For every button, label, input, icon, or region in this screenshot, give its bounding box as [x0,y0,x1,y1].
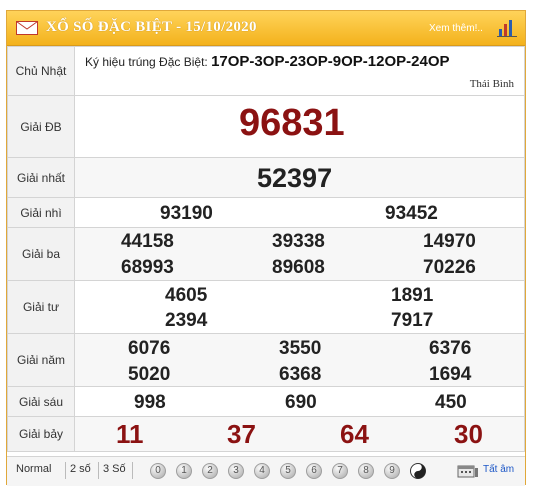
prize-label: Giải năm [7,333,75,387]
prize-number: 450 [435,392,467,413]
prize-number: 68993 [121,257,174,278]
prize-number: 7917 [391,310,434,331]
prize-number: 44158 [121,231,174,252]
prize-number: 690 [285,392,317,413]
prize-label: Giải nhất [7,157,75,198]
prize-number: 89608 [272,257,325,278]
prize-number: 6376 [429,338,472,359]
ky-hieu-label: Ký hiệu trúng Đặc Biệt: [85,55,212,69]
province-name: Thái Bình [469,78,514,90]
prize-label: Giải nhì [7,197,75,228]
digit-1-button[interactable]: 1 [176,463,192,479]
prize-number: 6368 [279,364,322,385]
prize-label: Giải sáu [7,386,75,417]
day-label: Chủ Nhật [7,46,75,96]
prize-number: 998 [134,392,166,413]
prize-number: 39338 [272,231,325,252]
prize-number: 14970 [423,231,476,252]
digit-3-button[interactable]: 3 [228,463,244,479]
statistics-chart-icon[interactable] [497,19,517,37]
prize-number: 30 [454,419,483,449]
prize-label: Giải ba [7,227,75,281]
prize-label: Giải bảy [7,416,75,452]
digit-8-button[interactable]: 8 [358,463,374,479]
see-more-link[interactable]: Xem thêm!.. [429,23,483,34]
tab-2-so[interactable]: 2 số [70,463,91,475]
digit-4-button[interactable]: 4 [254,463,270,479]
ky-hieu-line: Ký hiệu trúng Đặc Biệt: 17OP-3OP-23OP-9O… [85,53,450,70]
divider [65,462,66,479]
all-numbers-link[interactable]: Tất âm [483,464,514,475]
prize-row-ba: Giải ba 44158 39338 14970 68993 89608 70… [7,227,525,281]
prize-number: 1694 [429,364,472,385]
tab-3-so[interactable]: 3 Số [103,463,126,475]
prize-number: 4605 [165,285,208,306]
prize-number: 37 [227,419,256,449]
results-table: Chủ Nhật Ký hiệu trúng Đặc Biệt: 17OP-3O… [7,46,525,452]
prize-number: 70226 [423,257,476,278]
divider [98,462,99,479]
prize-row-nam: Giải năm 6076 3550 6376 5020 6368 1694 [7,333,525,387]
prize-row-bay: Giải bảy 11 37 64 30 [7,416,525,452]
special-prize-number: 96831 [239,102,345,144]
prize-label: Giải ĐB [7,95,75,158]
prize-row-nhat: Giải nhất 52397 [7,157,525,198]
result-header: XỔ SỐ ĐẶC BIỆT - 15/10/2020 Xem thêm!.. [7,11,525,46]
prize-number: 52397 [257,163,333,193]
digit-7-button[interactable]: 7 [332,463,348,479]
digit-6-button[interactable]: 6 [306,463,322,479]
page-title: XỔ SỐ ĐẶC BIỆT - 15/10/2020 [46,19,257,35]
result-toolbar: Normal 2 số 3 Số 0 1 2 3 4 5 6 7 8 9 Tất… [7,456,525,486]
divider [132,462,133,479]
prize-number: 6076 [128,338,171,359]
prize-number: 1891 [391,285,434,306]
prize-number: 93452 [385,203,438,224]
digit-2-button[interactable]: 2 [202,463,218,479]
yin-yang-icon[interactable] [410,463,426,479]
prize-row-sau: Giải sáu 998 690 450 [7,386,525,417]
prize-label: Giải tư [7,280,75,334]
prize-number: 11 [116,419,144,449]
tab-normal[interactable]: Normal [16,463,51,475]
envelope-icon [16,21,38,35]
ky-hieu-value: 17OP-3OP-23OP-9OP-12OP-24OP [211,53,450,70]
info-row: Chủ Nhật Ký hiệu trúng Đặc Biệt: 17OP-3O… [7,46,525,96]
calendar-icon[interactable] [457,464,479,478]
lottery-result-panel: XỔ SỐ ĐẶC BIỆT - 15/10/2020 Xem thêm!.. … [6,10,526,486]
digit-9-button[interactable]: 9 [384,463,400,479]
digit-5-button[interactable]: 5 [280,463,296,479]
prize-row-db: Giải ĐB 96831 [7,95,525,158]
digit-0-button[interactable]: 0 [150,463,166,479]
prize-number: 64 [340,419,369,449]
prize-row-tu: Giải tư 4605 1891 2394 7917 [7,280,525,334]
prize-number: 3550 [279,338,322,359]
prize-number: 2394 [165,310,208,331]
prize-number: 5020 [128,364,171,385]
prize-number: 93190 [160,203,213,224]
prize-row-nhi: Giải nhì 93190 93452 [7,197,525,228]
